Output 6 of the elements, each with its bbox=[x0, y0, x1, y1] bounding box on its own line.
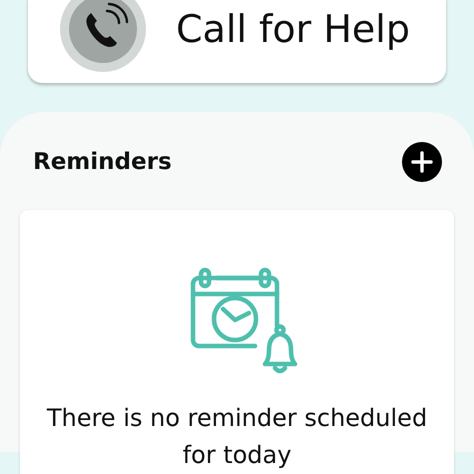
section-title: Reminders bbox=[33, 149, 172, 175]
plus-icon bbox=[402, 142, 442, 182]
phone-icon bbox=[69, 0, 137, 62]
call-for-help-button[interactable]: Call for Help bbox=[28, 0, 446, 83]
add-button[interactable] bbox=[402, 142, 442, 182]
empty-message: There is no reminder scheduled for today bbox=[46, 403, 428, 471]
